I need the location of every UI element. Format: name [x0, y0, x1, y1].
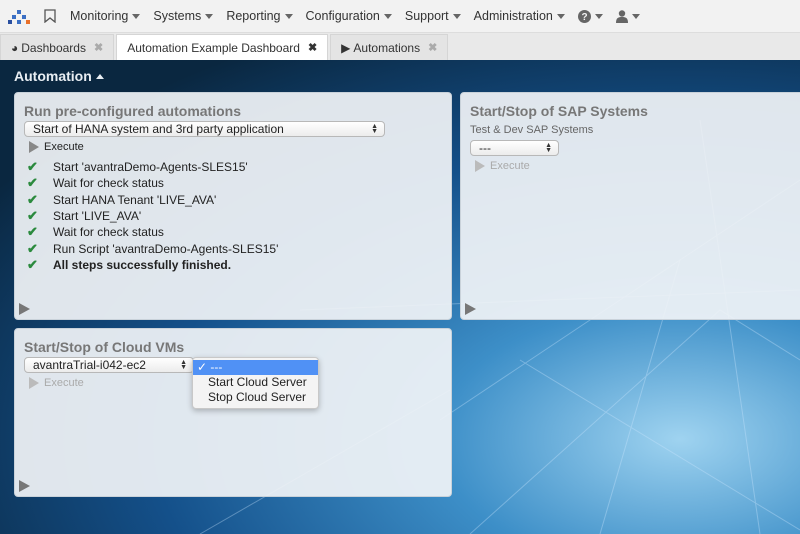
tab-bar: ◕ Dashboards ✖ Automation Example Dashboar… [0, 33, 800, 60]
nav-label: Support [404, 9, 449, 23]
check-icon: ✔ [27, 256, 38, 272]
panel-cloud-vms: Start/Stop of Cloud VMs avantraTrial-i04… [14, 328, 452, 497]
nav-systems[interactable]: Systems [153, 9, 214, 23]
list-item: ✔ Wait for check status [27, 224, 451, 240]
step-text: Run Script 'avantraDemo-Agents-SLES15' [53, 241, 279, 256]
nav-label: Configuration [305, 9, 380, 23]
tab-automation-example-dashboard[interactable]: Automation Example Dashboard ✖ [116, 34, 329, 60]
execute-label: Execute [490, 160, 530, 172]
step-text: Wait for check status [53, 225, 164, 240]
select-value: avantraTrial-i042-ec2 [33, 358, 146, 372]
caret-down-icon [556, 13, 565, 19]
check-icon: ✔ [27, 159, 38, 175]
list-item: ✔ Start 'avantraDemo-Agents-SLES15' [27, 159, 451, 175]
updown-arrows-icon: ▲ ▼ [180, 359, 187, 371]
list-item: ✔ Start 'LIVE_AVA' [27, 208, 451, 224]
option-start-cloud-server[interactable]: Start Cloud Server [193, 375, 318, 390]
option-none[interactable]: ✓ --- [193, 360, 318, 375]
nav-support[interactable]: Support [405, 9, 461, 23]
panel-title: Start/Stop of Cloud VMs [24, 339, 185, 355]
panel-title: Run pre-configured automations [24, 103, 241, 119]
caret-down-icon [284, 13, 293, 19]
tab-label: Automation Example Dashboard [127, 40, 300, 55]
panel-run-automations: Run pre-configured automations Start of … [14, 92, 452, 320]
nav-label: Reporting [226, 9, 281, 23]
close-icon[interactable]: ✖ [428, 41, 437, 54]
user-icon [615, 9, 628, 23]
step-text: Start HANA Tenant 'LIVE_AVA' [53, 192, 217, 207]
svg-text:?: ? [581, 12, 587, 23]
nav-monitoring[interactable]: Monitoring [70, 9, 141, 23]
check-icon: ✔ [27, 224, 38, 240]
caret-up-icon [95, 73, 104, 79]
close-icon[interactable]: ✖ [308, 41, 317, 54]
step-text: Start 'LIVE_AVA' [53, 209, 142, 224]
list-item: ✔ Run Script 'avantraDemo-Agents-SLES15' [27, 240, 451, 256]
automation-select[interactable]: Start of HANA system and 3rd party appli… [24, 121, 385, 137]
tab-dashboards[interactable]: ◕ Dashboards ✖ [0, 34, 115, 60]
updown-arrows-icon: ▲ ▼ [545, 142, 552, 154]
step-text: Start 'avantraDemo-Agents-SLES15' [53, 160, 248, 175]
play-icon [29, 377, 39, 389]
caret-down-icon [594, 13, 603, 19]
step-text: Wait for check status [53, 176, 164, 191]
panel-subtitle: Test & Dev SAP Systems [470, 124, 594, 136]
option-stop-cloud-server[interactable]: Stop Cloud Server [193, 390, 318, 405]
caret-down-icon [132, 13, 141, 19]
caret-down-icon [631, 13, 640, 19]
caret-down-icon [205, 13, 214, 19]
sap-system-select[interactable]: --- ▲ ▼ [470, 140, 559, 156]
step-list: ✔ Start 'avantraDemo-Agents-SLES15' ✔ Wait… [27, 159, 451, 273]
close-icon[interactable]: ✖ [94, 41, 103, 54]
nav-label: Monitoring [70, 9, 129, 23]
panel-title: Start/Stop of SAP Systems [470, 103, 648, 119]
tab-label: Automations [353, 40, 421, 55]
caret-down-icon [383, 13, 392, 19]
nav-label: Administration [473, 9, 553, 23]
execute-label: Execute [44, 377, 84, 389]
expand-icon[interactable] [19, 303, 30, 315]
action-dropdown-menu: ✓ --- Start Cloud Server Stop Cloud Serv… [192, 357, 319, 409]
panel-sap-systems: Start/Stop of SAP Systems Test & Dev SAP… [460, 92, 800, 320]
logo[interactable] [8, 8, 30, 24]
check-icon: ✔ [27, 240, 38, 256]
bookmark-icon[interactable] [44, 9, 56, 23]
execute-label: Execute [44, 141, 84, 153]
cloud-vm-select[interactable]: avantraTrial-i042-ec2 ▲ ▼ [24, 357, 194, 373]
nav-label: Systems [153, 9, 202, 23]
select-value: Start of HANA system and 3rd party appli… [33, 122, 284, 136]
list-item: ✔ Wait for check status [27, 175, 451, 191]
tab-label: Dashboards [21, 40, 86, 55]
top-nav: Monitoring Systems Reporting Configurati… [0, 0, 800, 33]
play-icon [475, 160, 485, 172]
check-icon: ✔ [27, 191, 38, 207]
caret-down-icon [452, 13, 461, 19]
select-value: --- [479, 141, 491, 155]
section-toggle[interactable]: Automation [14, 68, 104, 84]
expand-icon[interactable] [465, 303, 476, 315]
step-text: All steps successfully finished. [53, 257, 232, 272]
play-icon: ▶ [341, 40, 351, 55]
updown-arrows-icon: ▲ ▼ [371, 123, 378, 135]
dashboard-icon: ◕ [11, 40, 19, 55]
dashboard-area: Automation Run pre-configured automation… [0, 60, 800, 534]
expand-icon[interactable] [19, 480, 30, 492]
check-icon: ✔ [27, 175, 38, 191]
list-item: ✔ Start HANA Tenant 'LIVE_AVA' [27, 192, 451, 208]
play-icon [29, 141, 39, 153]
help-menu[interactable]: ? [577, 9, 603, 23]
tab-automations[interactable]: ▶ Automations ✖ [330, 34, 449, 60]
list-item: ✔ All steps successfully finished. [27, 257, 451, 273]
nav-administration[interactable]: Administration [474, 9, 565, 23]
execute-button[interactable]: Execute [475, 160, 800, 172]
section-title: Automation [14, 68, 92, 84]
nav-configuration[interactable]: Configuration [306, 9, 392, 23]
nav-reporting[interactable]: Reporting [226, 9, 293, 23]
help-icon: ? [577, 9, 591, 23]
user-menu[interactable] [615, 9, 640, 23]
check-icon: ✔ [27, 208, 38, 224]
execute-button[interactable]: Execute [29, 141, 451, 153]
